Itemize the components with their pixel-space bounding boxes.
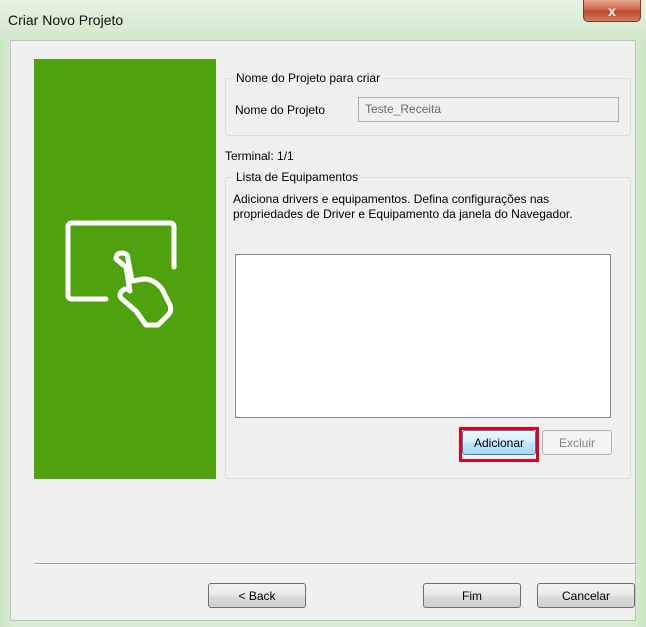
add-button-highlight [459,427,539,462]
project-name-group-legend: Nome do Projeto para criar [233,71,384,85]
delete-button[interactable]: Excluir [542,430,612,455]
wizard-banner [34,59,216,479]
back-button[interactable]: < Back [208,583,306,608]
cancel-button[interactable]: Cancelar [537,583,635,608]
equipment-listbox[interactable] [235,254,611,418]
finish-button[interactable]: Fim [423,583,521,608]
close-icon: x [608,2,616,19]
dialog-window: Criar Novo Projeto x Nome do Projeto par… [0,0,646,627]
title-bar[interactable]: Criar Novo Projeto [0,0,646,40]
footer-separator [34,563,637,565]
equipment-list-group-legend: Lista de Equipamentos [233,170,362,184]
project-name-field[interactable]: Teste_Receita [358,97,619,122]
touch-screen-hand-icon [65,220,177,328]
project-name-label: Nome do Projeto [235,103,326,117]
close-button[interactable]: x [583,0,641,22]
dialog-client-area: Nome do Projeto para criar Nome do Proje… [10,40,637,621]
equipment-description: Adiciona drivers e equipamentos. Defina … [233,192,573,221]
terminal-label: Terminal: 1/1 [225,149,294,163]
window-title: Criar Novo Projeto [8,12,124,28]
